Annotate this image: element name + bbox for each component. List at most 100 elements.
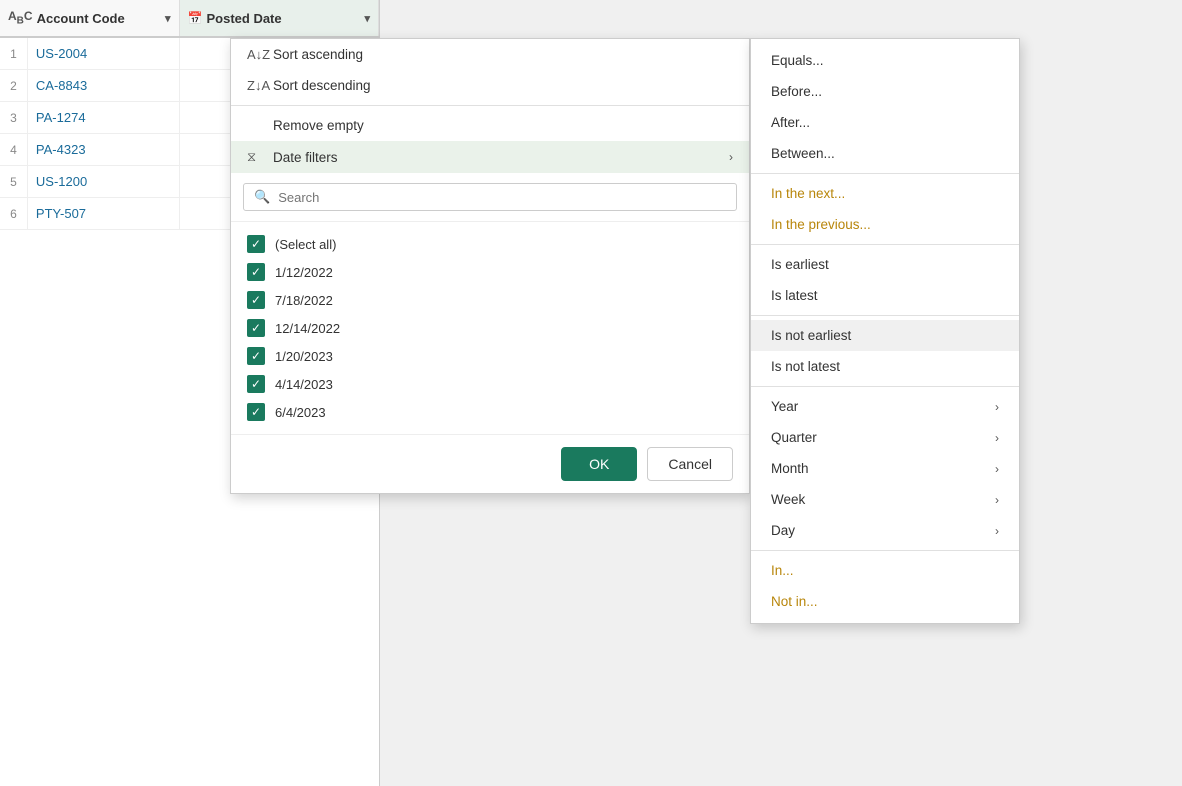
- before-item[interactable]: Before...: [751, 76, 1019, 107]
- in-the-previous-item[interactable]: In the previous...: [751, 209, 1019, 240]
- is-not-latest-item[interactable]: Is not latest: [751, 351, 1019, 382]
- not-in-label: Not in...: [771, 594, 818, 609]
- is-not-earliest-item[interactable]: Is not earliest: [751, 320, 1019, 351]
- checkbox-checked-icon: ✓: [247, 403, 265, 421]
- in-label: In...: [771, 563, 794, 578]
- date-label-1: 1/12/2022: [275, 265, 333, 280]
- is-earliest-item[interactable]: Is earliest: [751, 249, 1019, 280]
- date-filters-arrow-icon: ›: [729, 150, 733, 164]
- ok-button[interactable]: OK: [561, 447, 637, 481]
- quarter-arrow-icon: ›: [995, 431, 999, 445]
- week-item[interactable]: Week ›: [751, 484, 1019, 515]
- posted-date-column-header[interactable]: 📅 Posted Date ▾: [180, 0, 379, 36]
- after-item[interactable]: After...: [751, 107, 1019, 138]
- is-not-latest-label: Is not latest: [771, 359, 840, 374]
- account-code-label: Account Code: [37, 11, 125, 26]
- checkbox-checked-icon: ✓: [247, 347, 265, 365]
- account-cell: CA-8843: [28, 70, 180, 101]
- abc-icon: ABC: [8, 9, 33, 26]
- year-item[interactable]: Year ›: [751, 391, 1019, 422]
- checkbox-list: ✓ (Select all) ✓ 1/12/2022 ✓ 7/18/2022 ✓…: [231, 222, 749, 434]
- after-label: After...: [771, 115, 810, 130]
- quarter-item[interactable]: Quarter ›: [751, 422, 1019, 453]
- sort-asc-icon: A↓Z: [247, 47, 265, 62]
- menu-divider-1: [231, 105, 749, 106]
- date-filters-item[interactable]: ⧖ Date filters ›: [231, 141, 749, 173]
- in-the-next-label: In the next...: [771, 186, 845, 201]
- row-number: 6: [0, 198, 28, 229]
- search-input[interactable]: [278, 190, 726, 205]
- account-code-dropdown-icon[interactable]: ▾: [165, 12, 171, 25]
- posted-date-label: Posted Date: [206, 11, 281, 26]
- month-label: Month: [771, 461, 809, 476]
- in-the-previous-label: In the previous...: [771, 217, 871, 232]
- checkbox-date-3[interactable]: ✓ 12/14/2022: [243, 314, 737, 342]
- checkbox-checked-icon: ✓: [247, 291, 265, 309]
- posted-date-dropdown-icon[interactable]: ▾: [364, 12, 370, 25]
- date-label-2: 7/18/2022: [275, 293, 333, 308]
- year-arrow-icon: ›: [995, 400, 999, 414]
- checkbox-checked-icon: ✓: [247, 235, 265, 253]
- row-number: 3: [0, 102, 28, 133]
- day-label: Day: [771, 523, 795, 538]
- between-label: Between...: [771, 146, 835, 161]
- account-cell: US-1200: [28, 166, 180, 197]
- quarter-label: Quarter: [771, 430, 817, 445]
- in-the-next-item[interactable]: In the next...: [751, 178, 1019, 209]
- search-box: 🔍: [243, 183, 737, 211]
- equals-label: Equals...: [771, 53, 824, 68]
- submenu-divider-2: [751, 244, 1019, 245]
- account-cell: PA-4323: [28, 134, 180, 165]
- sort-descending-label: Sort descending: [273, 78, 371, 93]
- sort-desc-icon: Z↓A: [247, 78, 265, 93]
- in-item[interactable]: In...: [751, 555, 1019, 586]
- checkbox-date-5[interactable]: ✓ 4/14/2023: [243, 370, 737, 398]
- checkbox-date-1[interactable]: ✓ 1/12/2022: [243, 258, 737, 286]
- row-number: 5: [0, 166, 28, 197]
- month-item[interactable]: Month ›: [751, 453, 1019, 484]
- sort-ascending-item[interactable]: A↓Z Sort ascending: [231, 39, 749, 70]
- account-cell: US-2004: [28, 38, 180, 69]
- day-item[interactable]: Day ›: [751, 515, 1019, 546]
- row-number: 2: [0, 70, 28, 101]
- checkbox-date-4[interactable]: ✓ 1/20/2023: [243, 342, 737, 370]
- checkbox-select-all[interactable]: ✓ (Select all): [243, 230, 737, 258]
- week-arrow-icon: ›: [995, 493, 999, 507]
- week-label: Week: [771, 492, 805, 507]
- submenu-divider-1: [751, 173, 1019, 174]
- submenu-divider-3: [751, 315, 1019, 316]
- remove-empty-label: Remove empty: [273, 118, 364, 133]
- sort-ascending-label: Sort ascending: [273, 47, 363, 62]
- cancel-button[interactable]: Cancel: [647, 447, 733, 481]
- remove-empty-item[interactable]: Remove empty: [231, 110, 749, 141]
- button-row: OK Cancel: [231, 434, 749, 493]
- equals-item[interactable]: Equals...: [751, 45, 1019, 76]
- main-dropdown-menu: A↓Z Sort ascending Z↓A Sort descending R…: [230, 38, 750, 494]
- before-label: Before...: [771, 84, 822, 99]
- search-container: 🔍: [231, 173, 749, 222]
- sort-descending-item[interactable]: Z↓A Sort descending: [231, 70, 749, 101]
- date-label-5: 4/14/2023: [275, 377, 333, 392]
- is-latest-item[interactable]: Is latest: [751, 280, 1019, 311]
- filter-icon: ⧖: [247, 149, 265, 165]
- checkbox-date-2[interactable]: ✓ 7/18/2022: [243, 286, 737, 314]
- search-icon: 🔍: [254, 189, 270, 205]
- checkbox-checked-icon: ✓: [247, 375, 265, 393]
- between-item[interactable]: Between...: [751, 138, 1019, 169]
- select-all-label: (Select all): [275, 237, 336, 252]
- calendar-icon: 📅: [188, 11, 203, 25]
- account-cell: PTY-507: [28, 198, 180, 229]
- not-in-item[interactable]: Not in...: [751, 586, 1019, 617]
- checkbox-checked-icon: ✓: [247, 319, 265, 337]
- submenu-divider-5: [751, 550, 1019, 551]
- checkbox-date-6[interactable]: ✓ 6/4/2023: [243, 398, 737, 426]
- is-earliest-label: Is earliest: [771, 257, 829, 272]
- table-header: ABC Account Code ▾ 📅 Posted Date ▾: [0, 0, 379, 38]
- date-label-3: 12/14/2022: [275, 321, 340, 336]
- account-code-column-header[interactable]: ABC Account Code ▾: [0, 0, 180, 36]
- month-arrow-icon: ›: [995, 462, 999, 476]
- is-latest-label: Is latest: [771, 288, 818, 303]
- date-filters-label: Date filters: [273, 150, 338, 165]
- account-cell: PA-1274: [28, 102, 180, 133]
- date-label-4: 1/20/2023: [275, 349, 333, 364]
